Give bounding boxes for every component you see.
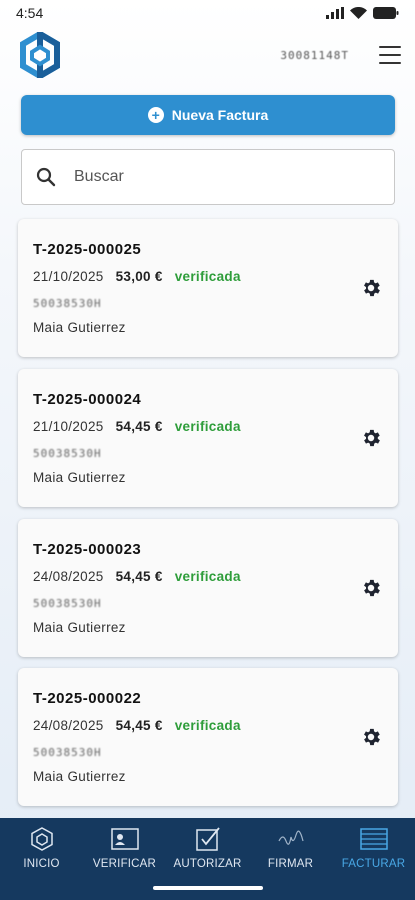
invoice-status: verificada bbox=[174, 718, 241, 733]
tab-inicio[interactable]: INICIO bbox=[0, 818, 83, 900]
tab-label: AUTORIZAR bbox=[173, 858, 242, 870]
invoice-number: T-2025-000023 bbox=[33, 541, 142, 558]
invoice-date: 21/10/2025 bbox=[33, 419, 104, 434]
invoice-client: Maia Gutierrez bbox=[33, 620, 126, 635]
wifi-icon bbox=[350, 7, 367, 19]
invoice-amount: 54,45 € bbox=[115, 718, 163, 733]
invoice-card[interactable]: T-2025-000022 24/08/2025 54,45 € verific… bbox=[18, 668, 398, 806]
invoice-status: verificada bbox=[174, 269, 241, 284]
tab-label: INICIO bbox=[23, 858, 60, 870]
status-time: 4:54 bbox=[16, 5, 44, 21]
invoice-amount: 54,45 € bbox=[115, 569, 163, 584]
invoice-nif: 50038530H bbox=[33, 447, 102, 460]
invoice-card[interactable]: T-2025-000024 21/10/2025 54,45 € verific… bbox=[18, 369, 398, 507]
invoice-status: verificada bbox=[174, 569, 241, 584]
invoice-list-icon bbox=[359, 826, 389, 852]
status-icons bbox=[326, 7, 399, 19]
new-invoice-button[interactable]: + Nueva Factura bbox=[21, 95, 395, 135]
tab-label: FACTURAR bbox=[341, 858, 406, 870]
invoice-nif: 50038530H bbox=[33, 597, 102, 610]
search-box[interactable] bbox=[21, 149, 395, 205]
invoice-client: Maia Gutierrez bbox=[33, 320, 126, 335]
invoice-client: Maia Gutierrez bbox=[33, 769, 126, 784]
search-icon bbox=[36, 167, 56, 187]
invoice-meta: 21/10/2025 53,00 € verificada bbox=[33, 269, 241, 284]
app-header: 30081148T bbox=[0, 26, 415, 84]
tab-label: FIRMAR bbox=[267, 858, 314, 870]
search-input[interactable] bbox=[74, 168, 354, 186]
user-id: 30081148T bbox=[280, 48, 349, 62]
gear-icon[interactable] bbox=[360, 277, 382, 299]
invoice-amount: 53,00 € bbox=[115, 269, 163, 284]
invoice-number: T-2025-000024 bbox=[33, 391, 142, 408]
invoice-number: T-2025-000025 bbox=[33, 241, 142, 258]
invoice-number: T-2025-000022 bbox=[33, 690, 142, 707]
status-bar: 4:54 bbox=[0, 0, 415, 26]
new-invoice-label: Nueva Factura bbox=[171, 107, 269, 123]
gear-icon[interactable] bbox=[360, 427, 382, 449]
invoice-meta: 24/08/2025 54,45 € verificada bbox=[33, 718, 241, 733]
gear-icon[interactable] bbox=[360, 577, 382, 599]
gear-icon[interactable] bbox=[360, 726, 382, 748]
invoice-card[interactable]: T-2025-000025 21/10/2025 53,00 € verific… bbox=[18, 219, 398, 357]
checkbox-icon bbox=[193, 826, 223, 852]
battery-icon bbox=[373, 7, 399, 19]
invoice-status: verificada bbox=[174, 419, 241, 434]
invoice-date: 24/08/2025 bbox=[33, 718, 104, 733]
invoice-date: 21/10/2025 bbox=[33, 269, 104, 284]
home-indicator[interactable] bbox=[153, 886, 263, 890]
hamburger-menu-icon[interactable] bbox=[379, 46, 401, 64]
home-hexagon-icon bbox=[27, 826, 57, 852]
tab-label: VERIFICAR bbox=[92, 858, 157, 870]
invoice-client: Maia Gutierrez bbox=[33, 470, 126, 485]
plus-circle-icon: + bbox=[147, 107, 164, 123]
invoice-meta: 24/08/2025 54,45 € verificada bbox=[33, 569, 241, 584]
signature-icon bbox=[276, 826, 306, 852]
invoice-card[interactable]: T-2025-000023 24/08/2025 54,45 € verific… bbox=[18, 519, 398, 657]
invoice-amount: 54,45 € bbox=[115, 419, 163, 434]
app-logo-icon[interactable] bbox=[20, 32, 60, 78]
invoice-meta: 21/10/2025 54,45 € verificada bbox=[33, 419, 241, 434]
invoice-nif: 50038530H bbox=[33, 297, 102, 310]
invoice-nif: 50038530H bbox=[33, 746, 102, 759]
id-card-icon bbox=[110, 826, 140, 852]
signal-icon bbox=[326, 7, 344, 19]
invoice-date: 24/08/2025 bbox=[33, 569, 104, 584]
tab-facturar[interactable]: FACTURAR bbox=[332, 818, 415, 900]
